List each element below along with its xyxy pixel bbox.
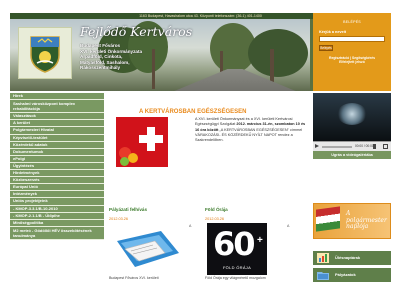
- play-icon[interactable]: [315, 144, 319, 148]
- crest-logo[interactable]: [18, 27, 72, 79]
- application-folder-image[interactable]: [109, 223, 189, 275]
- meeting-calendar-button[interactable]: Ülésnaptárak: [313, 251, 391, 265]
- news-mark-palyazati: A: [189, 224, 192, 228]
- news-snippet-palyazati: Budapest Főváros XVI. kerületi: [109, 276, 159, 280]
- subtitle-line-3: Árpádföld, Cinkota,: [80, 54, 123, 59]
- forgot-password-link[interactable]: Elfelejtett jelszó: [313, 60, 391, 64]
- nav-item-kmop-211[interactable]: - KMOP-2.1.1/B - Ülőpihe: [10, 212, 104, 220]
- meeting-calendar-label: Ülésnaptárak: [335, 255, 361, 260]
- main-content: A KERTVÁROSBAN EGÉSZSÉGESEN A XVI. kerül…: [109, 93, 309, 282]
- site-title[interactable]: Fejlődő Kertváros: [80, 24, 192, 39]
- video-time: 00:00 / 00:00: [355, 144, 374, 148]
- earth-hour-image[interactable]: 60 + FÖLD ÓRÁJA: [207, 223, 267, 275]
- nav-item-kozerdeku[interactable]: Közérdekű adatok: [10, 141, 104, 149]
- tenders-label: Pályázatok: [335, 272, 356, 277]
- video-controls: 00:00 / 00:00: [313, 141, 391, 151]
- news-mark-fold-oraja: A: [287, 224, 290, 228]
- fullscreen-icon[interactable]: [383, 144, 388, 149]
- featured-news-title[interactable]: A KERTVÁROSBAN EGÉSZSÉGESEN: [139, 109, 246, 115]
- news-title-palyazati[interactable]: Pályázati felhívás: [109, 207, 147, 212]
- video-gallery-link[interactable]: Ugrás a videógalériába: [313, 151, 391, 159]
- news-date-palyazati: 2012.03.26: [109, 217, 129, 221]
- login-panel: BELÉPÉS Kérjük a neveit Belépés Regisztr…: [313, 13, 391, 91]
- nav-item-hivatal[interactable]: Polgármesteri Hivatal: [10, 127, 104, 135]
- nav-item-testulet[interactable]: Képviselő-testület: [10, 134, 104, 142]
- health-day-image[interactable]: [116, 117, 168, 167]
- nav-item-sashalom[interactable]: Sashalmi városközpont komplex rehabilitá…: [10, 100, 104, 114]
- nav-item-dokumentumok[interactable]: Dokumentumok: [10, 148, 104, 156]
- nav-item-eu[interactable]: Európai Unió: [10, 184, 104, 192]
- tenders-button[interactable]: Pályázatok: [313, 268, 391, 282]
- mayor-diary-banner[interactable]: A polgármester naplója: [313, 203, 391, 239]
- login-label: Kérjük a neveit: [319, 30, 347, 34]
- page: 1163 Budapest, Havashalom utca 43. Közpo…: [10, 13, 391, 282]
- video-player[interactable]: 00:00 / 00:00: [313, 93, 391, 151]
- nav-item-valasztasok[interactable]: Választások: [10, 113, 104, 121]
- news-date-fold-oraja: 2012.03.26: [205, 217, 225, 221]
- flag-icon: [316, 206, 340, 232]
- login-heading: BELÉPÉS: [343, 20, 361, 24]
- nav-item-hirek[interactable]: Hírek: [10, 93, 104, 101]
- featured-news-text: A XVI. kerületi Önkormányzat és a XVI. k…: [195, 117, 306, 143]
- nav-item-hirdetmenyek[interactable]: Hirdetmények: [10, 170, 104, 178]
- subtitle-line-4: Mátyásföld, Sashalom,: [80, 59, 130, 65]
- mayor-banner-line-3: naplója: [346, 223, 369, 231]
- nav-item-projektek[interactable]: Uniós projektjeink: [10, 198, 104, 206]
- subtitle-line-5: Rákosszentmihály: [80, 65, 121, 70]
- nav-item-kmop-331[interactable]: - KMOP-3.3.1/B-10-2010: [10, 205, 104, 213]
- nav-item-ugyintezes[interactable]: Ügyintézés: [10, 162, 104, 171]
- news-title-fold-oraja[interactable]: Föld Órája: [205, 207, 228, 212]
- video-seekbar[interactable]: [322, 146, 352, 148]
- volume-icon[interactable]: [373, 144, 376, 149]
- nav-item-m2-metro[interactable]: M2 metró - Gödöllői HÉV összekötésének t…: [10, 226, 104, 240]
- nav-item-kerulet[interactable]: A kerület: [10, 120, 104, 128]
- news-snippet-fold-oraja: Föld Órája egy világméretű mozgalom: [205, 276, 266, 280]
- right-column: 00:00 / 00:00 Ugrás a videógalériába A p…: [313, 93, 391, 282]
- folder-icon: [317, 272, 329, 280]
- nav-item-epolgi[interactable]: ePolgi: [10, 155, 104, 163]
- sidebar-nav: Hírek Sashalmi városközpont komplex reha…: [10, 93, 104, 282]
- chart-icon: [317, 253, 329, 263]
- nav-item-kozbeszerzes[interactable]: Közbeszerzés: [10, 177, 104, 185]
- login-links: Regisztráció | Segítségkérés Elfelejtett…: [313, 56, 391, 65]
- subtitle-line-2: XVI. kerületi Önkormányzata: [80, 48, 143, 54]
- nav-item-intezmenyek[interactable]: Intézmények: [10, 191, 104, 199]
- subtitle-line-1: Budapest Főváros: [80, 43, 121, 48]
- coat-of-arms-icon: [30, 36, 60, 73]
- nav-item-minosegpolitika[interactable]: Minőségpolitika: [10, 219, 104, 227]
- login-button[interactable]: Belépés: [319, 45, 333, 51]
- login-username-input[interactable]: [319, 36, 385, 42]
